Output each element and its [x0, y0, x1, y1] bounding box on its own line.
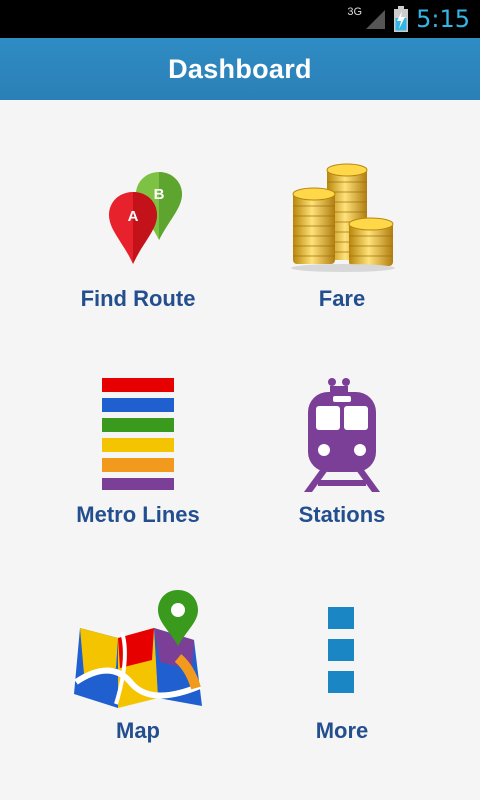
tile-fare[interactable]: Fare — [222, 100, 462, 316]
dashboard-grid: B A Find Route Fare Metro Lines Stations… — [0, 100, 480, 800]
status-bar: 3G 5:15 — [0, 0, 480, 38]
tile-label: Stations — [298, 502, 386, 527]
clock: 5:15 — [416, 5, 470, 33]
status-icons: 3G 5:15 — [347, 0, 470, 38]
network-type: 3G — [347, 6, 363, 18]
pin-a-label: A — [128, 208, 139, 225]
signal-icon — [366, 10, 386, 29]
coins-icon — [222, 158, 462, 278]
tile-label: Fare — [318, 286, 366, 311]
more-icon — [222, 590, 462, 710]
tile-label: More — [315, 718, 369, 743]
tile-stations[interactable]: Stations — [222, 316, 462, 532]
app-header: Dashboard — [0, 38, 480, 100]
battery-icon — [394, 6, 409, 32]
pin-b-label: B — [154, 186, 165, 203]
tile-more[interactable]: More — [222, 532, 462, 748]
train-icon — [222, 374, 462, 494]
page-title: Dashboard — [168, 53, 312, 84]
